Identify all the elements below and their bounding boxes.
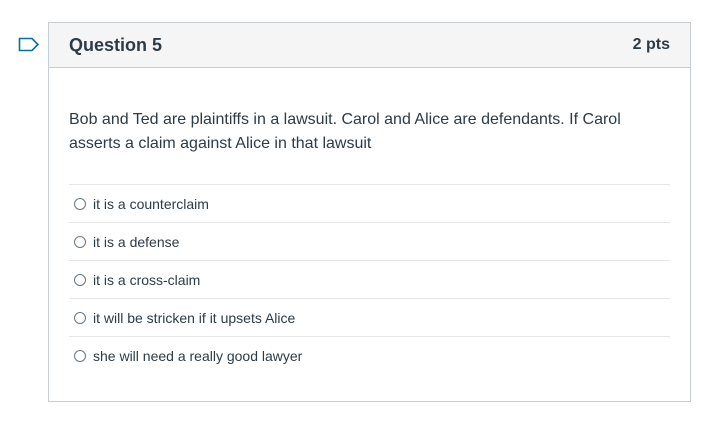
radio-button[interactable] (74, 349, 86, 362)
radio-button[interactable] (74, 273, 86, 286)
question-body: Bob and Ted are plaintiffs in a lawsuit.… (49, 68, 690, 374)
answer-list: it is a counterclaim it is a defense it … (69, 184, 670, 374)
answer-label: it is a cross-claim (93, 271, 201, 288)
question-header: Question 5 2 pts (49, 23, 690, 68)
answer-option[interactable]: she will need a really good lawyer (69, 337, 670, 374)
answer-label: she will need a really good lawyer (93, 347, 303, 364)
question-title: Question 5 (69, 34, 163, 55)
answer-label: it is a counterclaim (93, 195, 209, 212)
radio-button[interactable] (74, 235, 86, 248)
answer-label: it is a defense (93, 233, 180, 250)
answer-label: it will be stricken if it upsets Alice (93, 309, 296, 326)
flag-question-icon[interactable] (18, 37, 40, 52)
question-text: Bob and Ted are plaintiffs in a lawsuit.… (69, 111, 621, 152)
question-card: Question 5 2 pts Bob and Ted are plainti… (48, 22, 691, 402)
quiz-page: Question 5 2 pts Bob and Ted are plainti… (0, 0, 726, 429)
radio-button[interactable] (74, 311, 86, 324)
answer-option[interactable]: it is a cross-claim (69, 261, 670, 299)
answer-option[interactable]: it will be stricken if it upsets Alice (69, 299, 670, 337)
answer-option[interactable]: it is a counterclaim (69, 185, 670, 223)
answer-option[interactable]: it is a defense (69, 223, 670, 261)
question-points: 2 pts (632, 36, 670, 53)
radio-button[interactable] (74, 197, 86, 210)
